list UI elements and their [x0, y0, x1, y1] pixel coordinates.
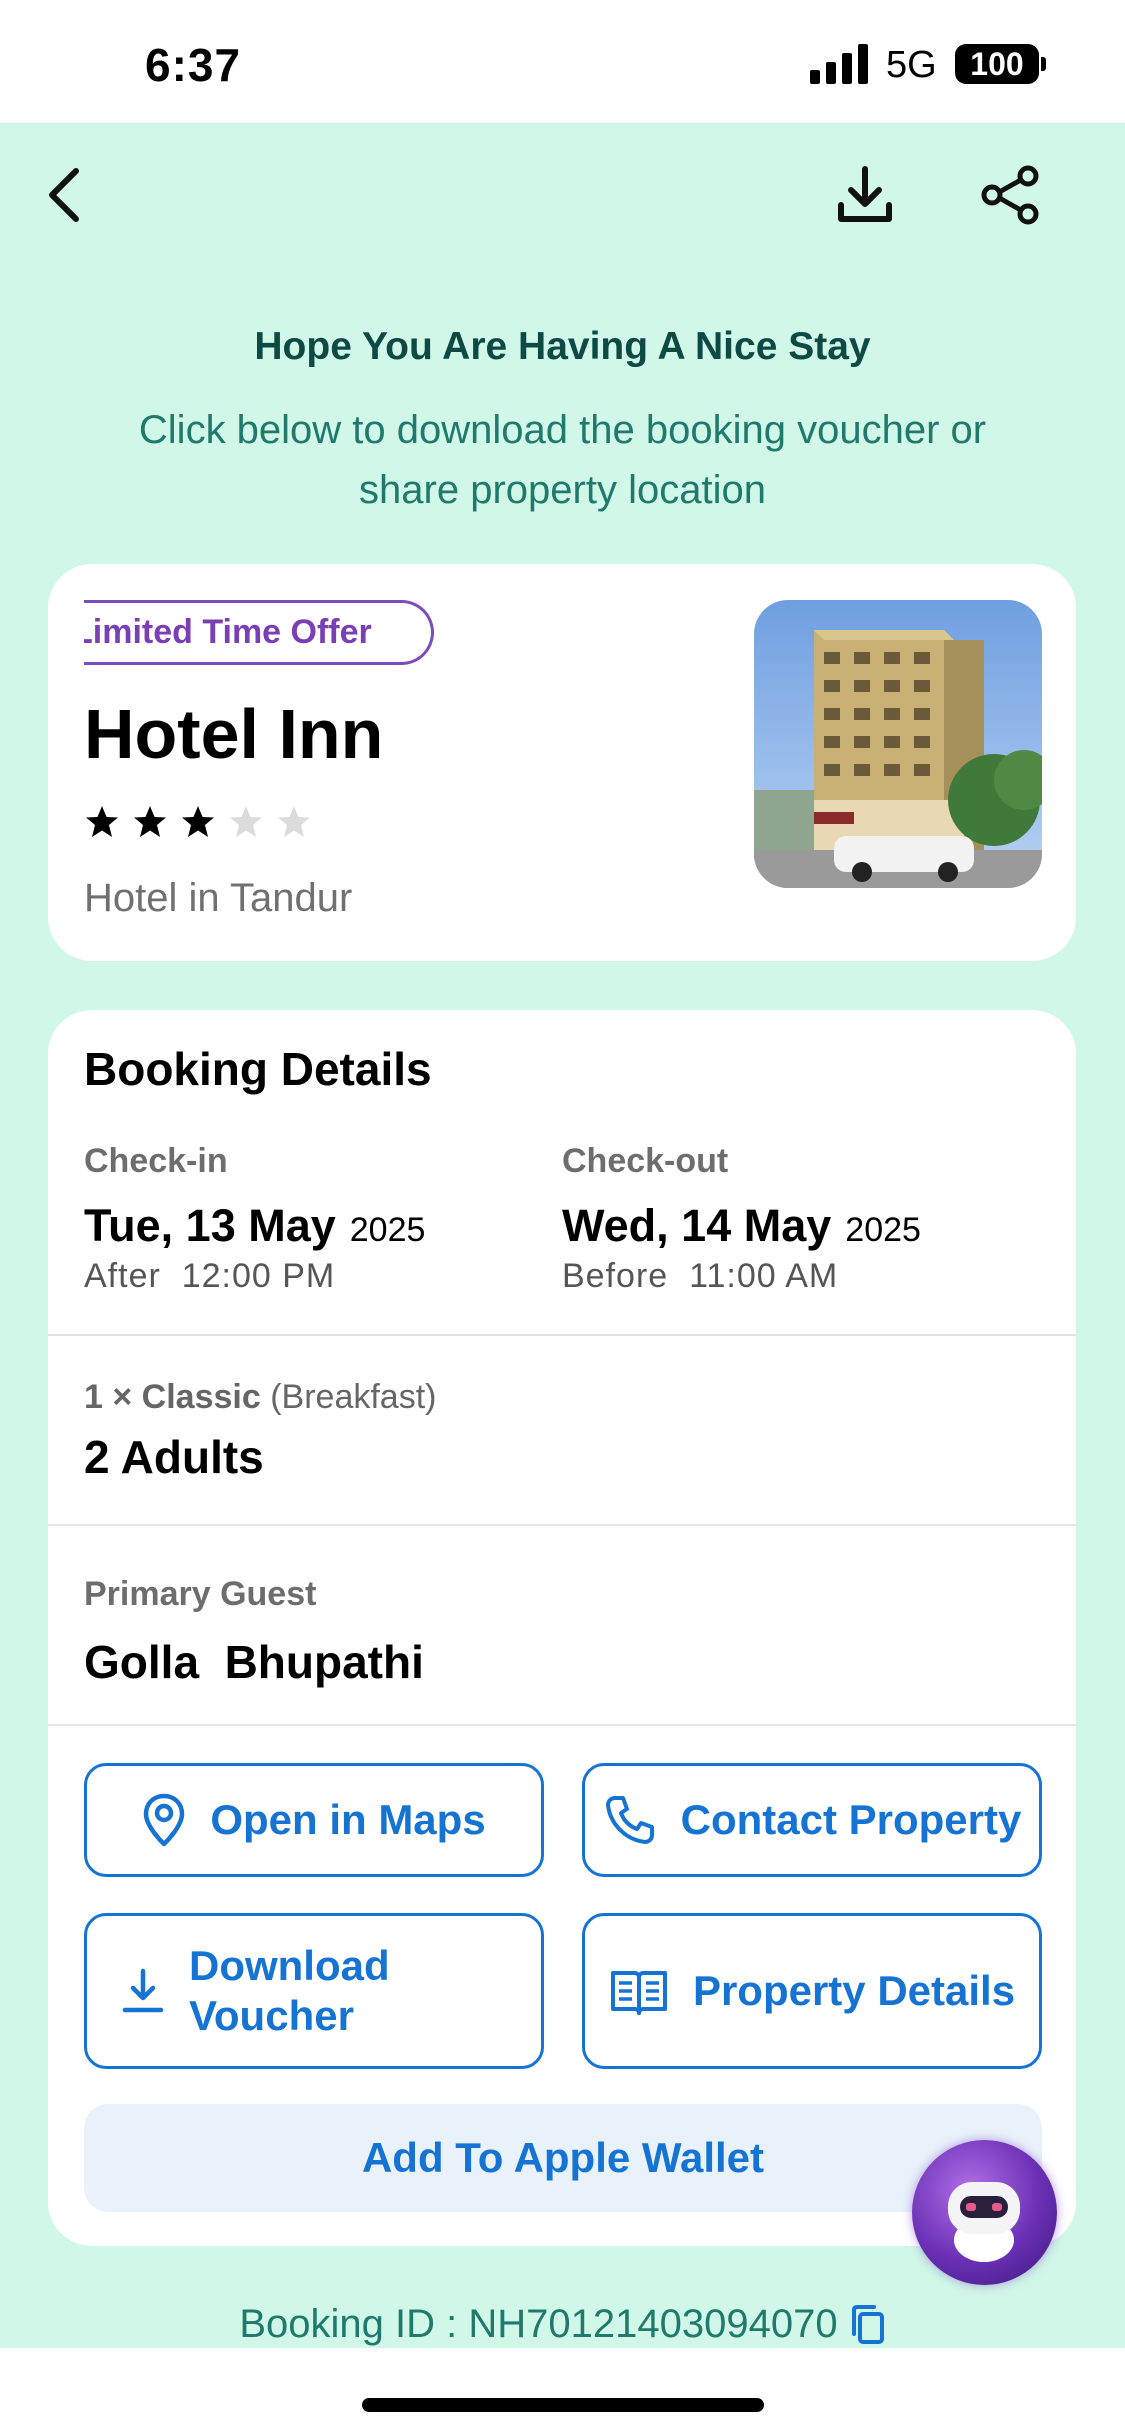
star-filled-icon: [182, 806, 214, 837]
signal-icon: [810, 44, 868, 84]
checkin-date-value: Tue, 13 May: [84, 1200, 336, 1251]
battery-tip: [1041, 57, 1046, 71]
room-plan: (Breakfast): [270, 1378, 437, 1416]
checkin-date: Tue, 13 May 2025: [84, 1200, 425, 1252]
page-headline: Hope You Are Having A Nice Stay: [254, 325, 871, 368]
phone-icon: [605, 1796, 654, 1844]
copy-icon[interactable]: [848, 2304, 886, 2346]
checkout-date: Wed, 14 May 2025: [562, 1200, 921, 1252]
download-icon: [122, 1968, 164, 2013]
room-type: Classic: [141, 1378, 261, 1416]
star-filled-icon: [86, 806, 118, 837]
download-icon: [838, 166, 892, 222]
checkout-time-value: 11:00 AM: [689, 1257, 839, 1295]
checkin-time: After 12:00 PM: [84, 1257, 335, 1296]
page-subline: Click below to download the booking vouc…: [138, 408, 987, 512]
divider: [48, 1524, 1076, 1526]
add-to-apple-wallet-button[interactable]: Add To Apple Wallet: [84, 2104, 1042, 2212]
share-button[interactable]: [975, 160, 1045, 230]
primary-guest-label: Primary Guest: [84, 1575, 317, 1613]
download-voucher-label: Download Voucher: [189, 1942, 390, 2039]
hotel-card[interactable]: Limited Time Offer Hotel Inn Hotel in Ta…: [48, 564, 1076, 961]
room-qty: 1 ×: [84, 1378, 133, 1416]
home-bar: [0, 2348, 1125, 2436]
download-voucher-button[interactable]: Download Voucher: [84, 1913, 544, 2069]
divider: [48, 1334, 1076, 1336]
chatbot-button[interactable]: [912, 2140, 1057, 2285]
offer-badge-label: Limited Time Offer: [84, 613, 372, 651]
checkin-time-value: 12:00 PM: [181, 1257, 336, 1295]
hotel-building-image: [754, 600, 1042, 888]
home-indicator[interactable]: [362, 2398, 764, 2412]
star-empty-icon: [230, 806, 262, 837]
open-in-maps-button[interactable]: Open in Maps: [84, 1763, 544, 1877]
room-summary: 1 × Classic (Breakfast): [84, 1378, 436, 1417]
property-details-button[interactable]: Property Details: [582, 1913, 1042, 2069]
guest-count: 2 Adults: [84, 1431, 264, 1483]
booking-details-card: Booking Details Check-in Tue, 13 May 2025…: [48, 1010, 1076, 2246]
checkin-year: 2025: [349, 1211, 426, 1249]
checkout-date-value: Wed, 14 May: [562, 1200, 832, 1251]
primary-guest-name: Golla Bhupathi: [84, 1636, 424, 1688]
chevron-left-icon: [49, 168, 79, 222]
robot-icon: [948, 2182, 1020, 2262]
booking-id-label: Booking ID : NH70121403094070: [239, 2302, 838, 2346]
hotel-photo[interactable]: [754, 600, 1042, 888]
star-rating: [84, 804, 312, 840]
contact-property-label: Contact Property: [680, 1796, 1022, 1843]
hotel-name: Hotel Inn: [84, 695, 384, 773]
checkout-label: Check-out: [562, 1142, 729, 1180]
checkout-time-prefix: Before: [562, 1257, 669, 1295]
hotel-location: Hotel in Tandur: [84, 876, 353, 920]
apple-wallet-label: Add To Apple Wallet: [361, 2134, 765, 2181]
checkin-time-prefix: After: [84, 1257, 161, 1295]
share-icon: [981, 165, 1039, 225]
contact-property-button[interactable]: Contact Property: [582, 1763, 1042, 1877]
open-book-icon: [610, 1971, 667, 2015]
status-time: 6:37: [145, 39, 242, 91]
download-button[interactable]: [830, 160, 900, 230]
booking-details-title: Booking Details: [84, 1043, 432, 1095]
status-bar: 6:37 5G 100: [0, 0, 1125, 123]
divider: [48, 1724, 1076, 1726]
property-details-label: Property Details: [692, 1967, 1016, 2014]
battery-level: 100: [970, 46, 1024, 82]
network-label: 5G: [886, 44, 937, 86]
booking-id: Booking ID : NH70121403094070: [0, 2302, 1125, 2347]
open-in-maps-label: Open in Maps: [210, 1796, 486, 1843]
checkout-time: Before 11:00 AM: [562, 1257, 838, 1296]
battery-icon: 100: [955, 44, 1039, 84]
map-pin-icon: [144, 1793, 185, 1847]
back-button[interactable]: [30, 160, 100, 230]
star-empty-icon: [278, 806, 310, 837]
offer-badge: Limited Time Offer: [84, 600, 434, 665]
star-filled-icon: [134, 806, 166, 837]
checkout-year: 2025: [845, 1211, 921, 1249]
checkin-label: Check-in: [84, 1142, 228, 1180]
